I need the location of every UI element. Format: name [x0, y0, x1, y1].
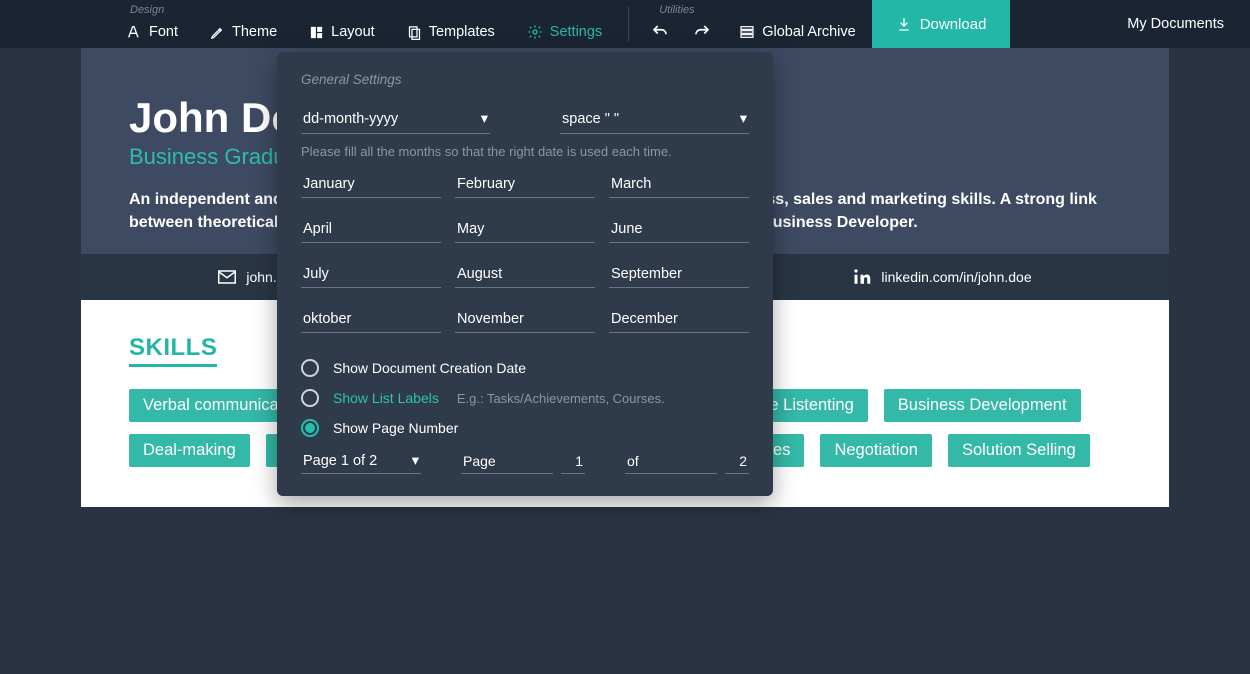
layout-label: Layout: [331, 24, 375, 40]
month-input-4[interactable]: [455, 216, 595, 243]
global-archive-label: Global Archive: [762, 24, 856, 40]
redo-button[interactable]: [681, 23, 723, 41]
page-label-input[interactable]: [461, 449, 553, 474]
top-toolbar: Design Font Theme Layout: [0, 0, 1250, 48]
chevron-down-icon: ▾: [481, 111, 488, 127]
month-input-0[interactable]: [301, 171, 441, 198]
toggle-page-number[interactable]: Show Page Number: [301, 419, 749, 437]
page-format-value: Page 1 of 2: [303, 453, 377, 469]
utilities-group: Utilities Global Archive: [639, 0, 872, 48]
radio-unchecked-icon: [301, 389, 319, 407]
date-format-select[interactable]: dd-month-yyyy ▾: [301, 105, 490, 134]
download-button[interactable]: Download: [872, 0, 1011, 48]
page-current-input[interactable]: [561, 449, 585, 474]
month-input-10[interactable]: [455, 306, 595, 333]
settings-heading: General Settings: [301, 72, 749, 87]
radio-checked-icon: [301, 419, 319, 437]
chevron-down-icon: ▾: [740, 111, 747, 127]
design-group-label: Design: [110, 4, 618, 16]
page-of-input[interactable]: [625, 449, 717, 474]
my-documents-link[interactable]: My Documents: [1101, 0, 1250, 48]
toggle-list-labels[interactable]: Show List Labels E.g.: Tasks/Achievement…: [301, 389, 749, 407]
settings-label: Settings: [550, 24, 602, 40]
design-group: Design Font Theme Layout: [110, 0, 618, 48]
my-documents-label: My Documents: [1127, 16, 1224, 32]
theme-label: Theme: [232, 24, 277, 40]
linkedin-text: linkedin.com/in/john.doe: [881, 269, 1031, 285]
global-archive-button[interactable]: Global Archive: [723, 16, 872, 48]
toolbar-divider: [628, 6, 629, 42]
month-grid: [301, 171, 749, 333]
month-input-9[interactable]: [301, 306, 441, 333]
mail-icon: [218, 270, 236, 284]
gear-icon: [527, 24, 543, 40]
linkedin-icon: [853, 268, 871, 286]
toggle-creation-date[interactable]: Show Document Creation Date: [301, 359, 749, 377]
templates-button[interactable]: Templates: [391, 16, 511, 48]
month-input-7[interactable]: [455, 261, 595, 288]
skills-heading: SKILLS: [129, 334, 217, 367]
radio-unchecked-icon: [301, 359, 319, 377]
utilities-group-label: Utilities: [639, 4, 872, 16]
settings-button[interactable]: Settings: [511, 16, 618, 48]
month-input-3[interactable]: [301, 216, 441, 243]
toggle-creation-date-label: Show Document Creation Date: [333, 360, 526, 376]
templates-icon: [407, 25, 422, 40]
archive-icon: [739, 24, 755, 40]
month-input-1[interactable]: [455, 171, 595, 198]
font-label: Font: [149, 24, 178, 40]
separator-value: space " ": [562, 111, 619, 127]
skill-pill[interactable]: Deal-making: [129, 434, 250, 467]
undo-button[interactable]: [639, 23, 681, 41]
linkedin-contact: linkedin.com/in/john.doe: [853, 268, 1031, 286]
page-format-select[interactable]: Page 1 of 2 ▾: [301, 449, 421, 474]
download-label: Download: [920, 16, 987, 33]
font-icon: [126, 24, 142, 40]
month-input-5[interactable]: [609, 216, 749, 243]
settings-popover: General Settings dd-month-yyyy ▾ space "…: [277, 52, 773, 496]
chevron-down-icon: ▾: [412, 453, 419, 469]
skill-pill[interactable]: Negotiation: [820, 434, 931, 467]
toggle-page-number-label: Show Page Number: [333, 420, 458, 436]
layout-icon: [309, 25, 324, 40]
toggle-list-labels-hint: E.g.: Tasks/Achievements, Courses.: [457, 391, 665, 406]
layout-button[interactable]: Layout: [293, 16, 391, 48]
skill-pill[interactable]: Business Development: [884, 389, 1081, 422]
page-total-input[interactable]: [725, 449, 749, 474]
separator-select[interactable]: space " " ▾: [560, 105, 749, 134]
font-button[interactable]: Font: [110, 16, 194, 48]
theme-button[interactable]: Theme: [194, 16, 293, 48]
toggle-list-labels-label: Show List Labels: [333, 390, 439, 406]
pencil-icon: [210, 25, 225, 40]
skill-pill[interactable]: Solution Selling: [948, 434, 1090, 467]
templates-label: Templates: [429, 24, 495, 40]
month-input-6[interactable]: [301, 261, 441, 288]
month-input-2[interactable]: [609, 171, 749, 198]
month-input-11[interactable]: [609, 306, 749, 333]
month-input-8[interactable]: [609, 261, 749, 288]
months-helper-text: Please fill all the months so that the r…: [301, 144, 749, 159]
date-format-value: dd-month-yyyy: [303, 111, 398, 127]
download-icon: [896, 16, 912, 32]
